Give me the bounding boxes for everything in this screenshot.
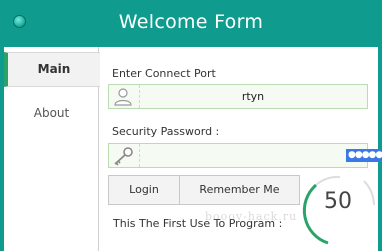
password-value: ●●●●● [346,149,382,162]
password-label: Security Password : [112,125,220,138]
tab-main[interactable]: Main [4,52,100,87]
welcome-form-window: Welcome Form Main About Enter Connect Po… [0,0,382,251]
title-bar[interactable]: Welcome Form [0,0,382,47]
tab-about[interactable]: About [4,101,99,125]
gauge-value: 50 [324,189,352,214]
port-label: Enter Connect Port [112,67,216,80]
port-input[interactable]: rtyn [108,84,368,109]
window-title: Welcome Form [118,11,264,33]
remember-me-button[interactable]: Remember Me [179,175,300,205]
port-value: rtyn [241,90,265,103]
login-button[interactable]: Login [108,175,180,205]
key-icon [109,144,140,167]
password-input[interactable]: ●●●●● [108,143,382,168]
watermark: boooy-hack.ru [205,210,298,223]
user-icon [109,85,140,108]
